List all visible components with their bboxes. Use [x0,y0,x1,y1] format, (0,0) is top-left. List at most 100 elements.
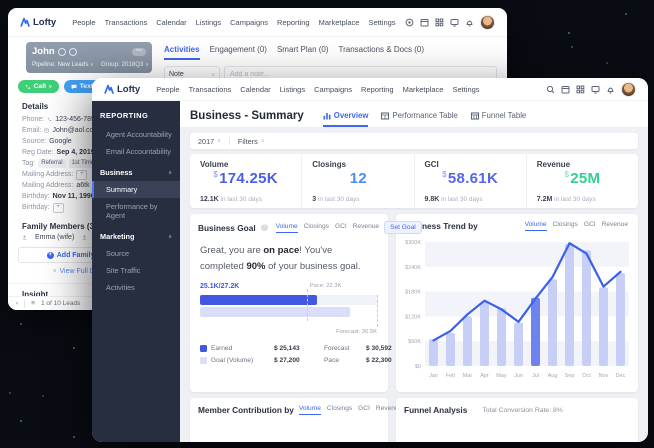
nav-item[interactable]: Reporting [361,85,394,94]
sidebar-item[interactable]: Email Accountability [92,143,180,160]
trend-metric-tab[interactable]: GCI [584,221,596,231]
year-dropdown[interactable]: 2017∨ [198,137,221,146]
kpi-cell: Revenue $25M 7.2M in last 30 days [526,154,638,208]
tab-funnel-table[interactable]: Funnel Table [471,111,527,127]
reporting-window: Lofty People Transactions Calendar Listings… [92,78,648,442]
list-icon[interactable]: ≡ [31,300,35,307]
svg-text:Jun: Jun [514,373,523,379]
kpi-cell: GCI $58.61K 9.8K in last 30 days [414,154,526,208]
filter-bar: 2017∨ Filters∨ [190,133,638,149]
contact-tab[interactable]: Smart Plan (0) [277,45,329,60]
kpi-cell: Closings 12 3 in last 30 days [301,154,413,208]
set-goal-button[interactable]: Set Goal [384,221,422,234]
nav-item[interactable]: Transactions [105,18,148,27]
forecast-label: Forecast: 30.5K [336,329,377,335]
nav-item[interactable]: People [156,85,179,94]
contact-tabs: Activities Engagement (0) Smart Plan (0) Tr… [156,37,507,60]
monitor-icon[interactable] [450,18,459,27]
nav-item[interactable]: Reporting [277,18,310,27]
user-avatar[interactable] [480,15,495,30]
chevron-icon: ∧ [168,234,172,240]
trend-metric-tab[interactable]: Revenue [602,221,628,231]
svg-text:Dec: Dec [616,373,626,379]
tab-performance-table[interactable]: Performance Table [381,111,457,127]
sidebar-item[interactable]: Summary [92,181,180,198]
svg-text:$60K: $60K [408,339,421,345]
sidebar-item[interactable]: Site Traffic [92,262,180,279]
kpi-value: $25M [537,170,628,187]
nav-item[interactable]: Listings [196,18,221,27]
svg-text:$120K: $120K [405,314,421,320]
nav-item[interactable]: Settings [452,85,479,94]
sidebar-item[interactable]: Activities [92,279,180,296]
person-icon [82,235,87,240]
apps-grid-icon[interactable] [576,85,585,94]
add-mailing-button[interactable]: + [76,170,87,180]
tab-overview[interactable]: Overview [323,111,369,127]
member-contribution-title: Member Contribution by [198,405,294,415]
trend-metric-tab[interactable]: Closings [553,221,578,231]
tag-chip[interactable]: Referral [38,159,65,168]
goal-metric-tab[interactable]: Volume [276,223,298,233]
sidebar-item[interactable]: Performance by Agent [92,198,180,224]
info-icon[interactable]: ? [261,224,268,231]
svg-text:Mar: Mar [463,373,473,379]
nav-item[interactable]: Campaigns [314,85,352,94]
bottom-cards-row: Member Contribution by Volume Closings GCI… [190,398,638,442]
pager-prev-button[interactable]: ‹ [16,300,18,307]
sidebar-item[interactable]: Agent Accountability [92,126,180,143]
svg-text:Sep: Sep [565,373,575,379]
kpi-subtext: 12.1K in last 30 days [200,196,262,203]
apps-grid-icon[interactable] [435,18,444,27]
goal-metric-tab[interactable]: Revenue [353,223,379,233]
lofty-logo[interactable]: Lofty [104,84,140,95]
user-avatar[interactable] [621,82,636,97]
nav-item[interactable]: People [72,18,95,27]
call-button[interactable]: Call∨ [18,80,59,93]
nav-item[interactable]: Marketplace [403,85,444,94]
sidebar-item[interactable]: Business ∧ [92,164,180,181]
monitor-icon[interactable] [591,85,600,94]
calendar-icon[interactable] [561,85,570,94]
contact-tab[interactable]: Activities [164,45,200,60]
trend-metric-tab[interactable]: Volume [525,221,547,231]
goal-metric-tab[interactable]: Closings [304,223,329,233]
pipeline-dropdown[interactable]: Pipeline: New Leads ∨ [32,61,94,68]
svg-text:May: May [496,373,507,379]
member-metric-tab[interactable]: Volume [299,405,321,415]
reporting-sidebar: REPORTING Agent Accountability Email Acc… [92,101,180,442]
nav-item[interactable]: Calendar [240,85,270,94]
nav-item[interactable]: Marketplace [319,18,360,27]
legend-pace: Pace [324,357,366,364]
svg-text:Jul: Jul [532,373,539,379]
kpi-subtext: 7.2M in last 30 days [537,196,596,203]
add-birthday-button[interactable]: + [53,203,64,213]
goal-metric-tab[interactable]: GCI [335,223,347,233]
bell-icon[interactable] [606,85,615,94]
nav-item[interactable]: Settings [368,18,395,27]
filters-dropdown[interactable]: Filters∨ [238,137,265,146]
back-nav-right [405,15,495,30]
family-member[interactable]: Emma (wife) [35,234,74,241]
member-metric-tab[interactable]: Closings [327,405,352,415]
contact-badge-icon [69,48,77,56]
calendar-icon[interactable] [420,18,429,27]
target-icon[interactable] [405,18,414,27]
group-dropdown[interactable]: Group: 2018Q3 ∨ [101,61,149,68]
contact-tab[interactable]: Engagement (0) [210,45,267,60]
kpi-value: $174.25K [200,170,291,187]
lofty-logo[interactable]: Lofty [20,17,56,28]
sidebar-item[interactable]: Marketing ∧ [92,228,180,245]
nav-item[interactable]: Transactions [189,85,232,94]
contact-tab[interactable]: Transactions & Docs (0) [339,45,425,60]
nav-item[interactable]: Campaigns [230,18,268,27]
more-options-button[interactable]: ⋯ [132,48,146,56]
sidebar-item[interactable]: Source [92,245,180,262]
member-metric-tab[interactable]: GCI [358,405,370,415]
bell-icon[interactable] [465,18,474,27]
nav-item[interactable]: Listings [280,85,305,94]
reporting-body: REPORTING Agent Accountability Email Acc… [92,101,648,442]
search-icon[interactable] [546,85,555,94]
nav-item[interactable]: Calendar [156,18,186,27]
chevron-down-icon: ∨ [53,268,57,275]
